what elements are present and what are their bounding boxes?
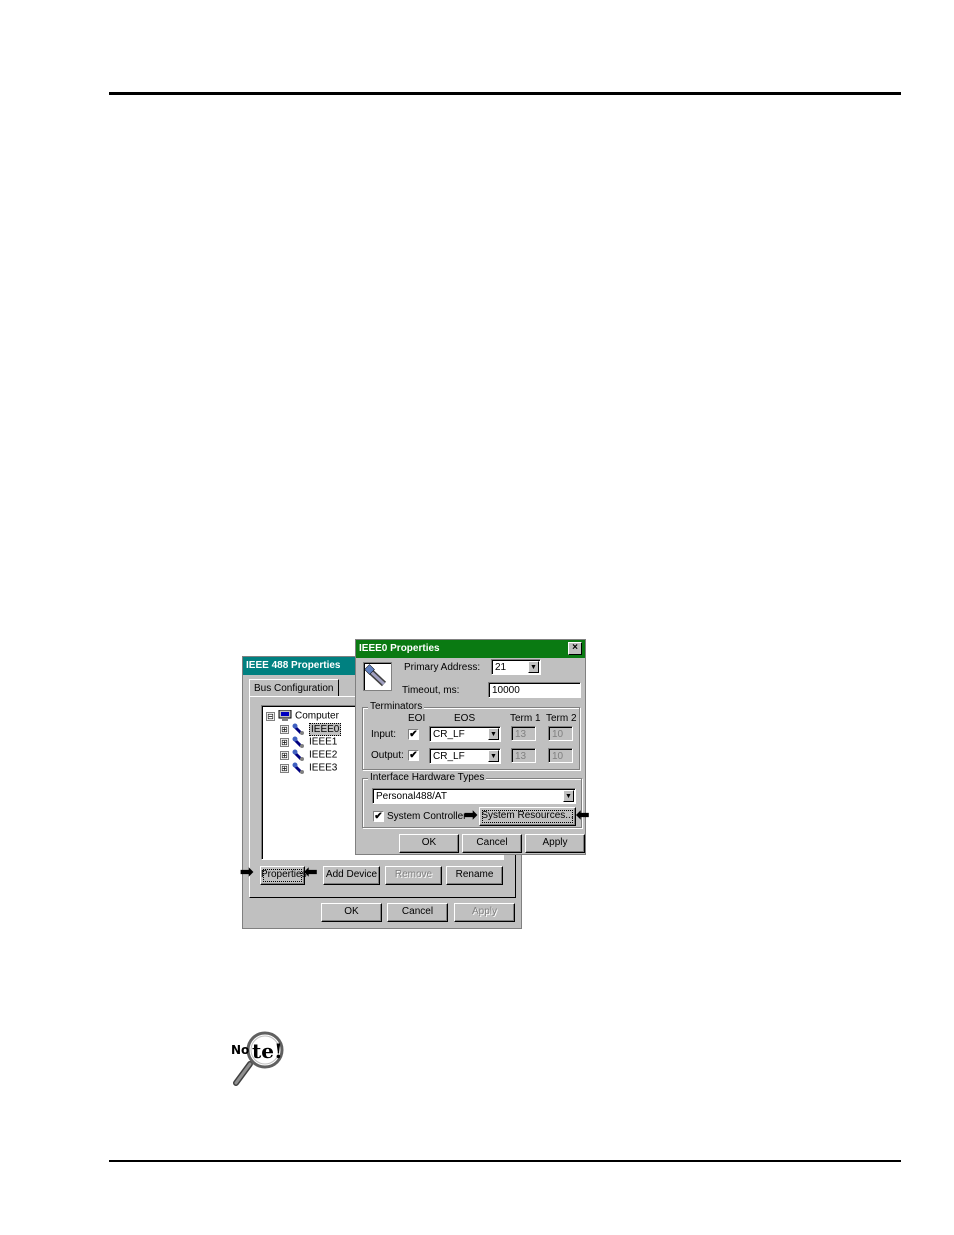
close-icon[interactable]: ×: [568, 642, 582, 655]
computer-icon: [278, 710, 292, 721]
eos-column-header: EOS: [454, 713, 476, 724]
tree-label-ieee0: IEEE0: [309, 722, 342, 736]
input-label: Input:: [371, 729, 397, 740]
tree-item-ieee2[interactable]: ⊞ IEEE2: [280, 749, 337, 762]
chevron-down-icon[interactable]: ▼: [528, 661, 539, 673]
input-eoi-checkbox[interactable]: ✔: [408, 729, 419, 740]
hardware-type-dropdown[interactable]: Personal488/AT ▼: [372, 788, 576, 804]
add-device-button[interactable]: Add Device: [323, 866, 380, 885]
collapse-icon[interactable]: ⊟: [266, 711, 275, 721]
props-ok-button[interactable]: OK: [399, 834, 459, 853]
device-icon: [363, 662, 392, 691]
hardware-types-group-label: Interface Hardware Types: [368, 772, 487, 784]
gpib-connector-icon: [364, 664, 387, 687]
note-icon: No te!: [228, 1030, 292, 1088]
properties-button[interactable]: Properties: [260, 866, 307, 885]
chevron-down-icon[interactable]: ▼: [488, 728, 499, 740]
rename-button[interactable]: Rename: [446, 866, 503, 885]
output-eoi-checkbox[interactable]: ✔: [408, 750, 419, 761]
expand-icon[interactable]: ⊞: [280, 737, 289, 747]
tree-label-ieee3: IEEE3: [309, 762, 338, 774]
primary-address-value: 21: [495, 662, 507, 673]
timeout-label: Timeout, ms:: [402, 685, 460, 696]
output-label: Output:: [371, 750, 404, 761]
header-rule: [109, 92, 901, 95]
tree-item-ieee3[interactable]: ⊞ IEEE3: [280, 762, 337, 775]
terminators-group-label: Terminators: [368, 701, 425, 713]
ok-button[interactable]: OK: [321, 903, 382, 922]
right-arrow-icon: ➡: [464, 807, 478, 824]
output-eos-value: CR_LF: [433, 751, 465, 762]
hardware-type-value: Personal488/AT: [376, 791, 447, 802]
expand-icon[interactable]: ⊞: [280, 763, 289, 773]
magnifier-note-icon: No te!: [231, 1031, 284, 1086]
input-eos-value: CR_LF: [433, 729, 465, 740]
primary-address-label: Primary Address:: [404, 662, 481, 673]
tree-label-ieee1: IEEE1: [309, 736, 338, 748]
term2-column-header: Term 2: [546, 713, 577, 724]
tree-item-ieee0[interactable]: ⊞ IEEE0: [280, 722, 342, 736]
expand-icon[interactable]: ⊞: [280, 724, 289, 734]
primary-address-dropdown[interactable]: 21 ▼: [491, 659, 541, 675]
chevron-down-icon[interactable]: ▼: [563, 790, 574, 802]
note-bubble-text: te!: [252, 1039, 283, 1063]
ieee0-dialog-titlebar: IEEE0 Properties: [356, 640, 585, 658]
timeout-field[interactable]: 10000: [488, 682, 581, 698]
gpib-cable-icon: [292, 749, 304, 761]
input-term2-field: 10: [548, 726, 573, 741]
expand-icon[interactable]: ⊞: [280, 750, 289, 760]
gpib-cable-icon: [292, 762, 304, 774]
output-term1-value: 13: [515, 751, 527, 762]
input-term1-value: 13: [515, 729, 527, 740]
remove-button[interactable]: Remove: [385, 866, 442, 885]
gpib-cable-icon: [292, 736, 304, 748]
props-cancel-button[interactable]: Cancel: [462, 834, 522, 853]
cancel-button[interactable]: Cancel: [387, 903, 448, 922]
input-term2-value: 10: [552, 729, 564, 740]
left-arrow-icon: ⬅: [576, 807, 590, 824]
footer-rule: [109, 1160, 901, 1162]
chevron-down-icon[interactable]: ▼: [488, 750, 499, 762]
gpib-cable-icon: [292, 723, 304, 735]
output-term2-value: 10: [552, 751, 564, 762]
tab-bus-configuration[interactable]: Bus Configuration: [249, 679, 339, 697]
system-controller-checkbox[interactable]: ✔: [373, 811, 384, 822]
right-arrow-icon: ➡: [240, 864, 254, 881]
output-eos-dropdown[interactable]: CR_LF ▼: [429, 748, 501, 764]
tree-item-ieee1[interactable]: ⊞ IEEE1: [280, 736, 337, 749]
output-term2-field: 10: [548, 748, 573, 763]
eoi-column-header: EOI: [408, 713, 426, 724]
system-controller-label: System Controller: [387, 811, 467, 822]
apply-button[interactable]: Apply: [454, 903, 515, 922]
system-resources-button[interactable]: System Resources...: [479, 807, 576, 826]
tree-item-computer[interactable]: ⊟ Computer: [266, 710, 339, 723]
timeout-value: 10000: [492, 685, 520, 696]
note-prefix: No: [231, 1043, 249, 1057]
props-apply-button[interactable]: Apply: [525, 834, 585, 853]
output-term1-field: 13: [511, 748, 536, 763]
tree-label-ieee2: IEEE2: [309, 749, 338, 761]
term1-column-header: Term 1: [510, 713, 541, 724]
tree-label-computer: Computer: [295, 710, 339, 722]
input-eos-dropdown[interactable]: CR_LF ▼: [429, 726, 501, 742]
input-term1-field: 13: [511, 726, 536, 741]
left-arrow-icon: ⬅: [304, 864, 318, 881]
